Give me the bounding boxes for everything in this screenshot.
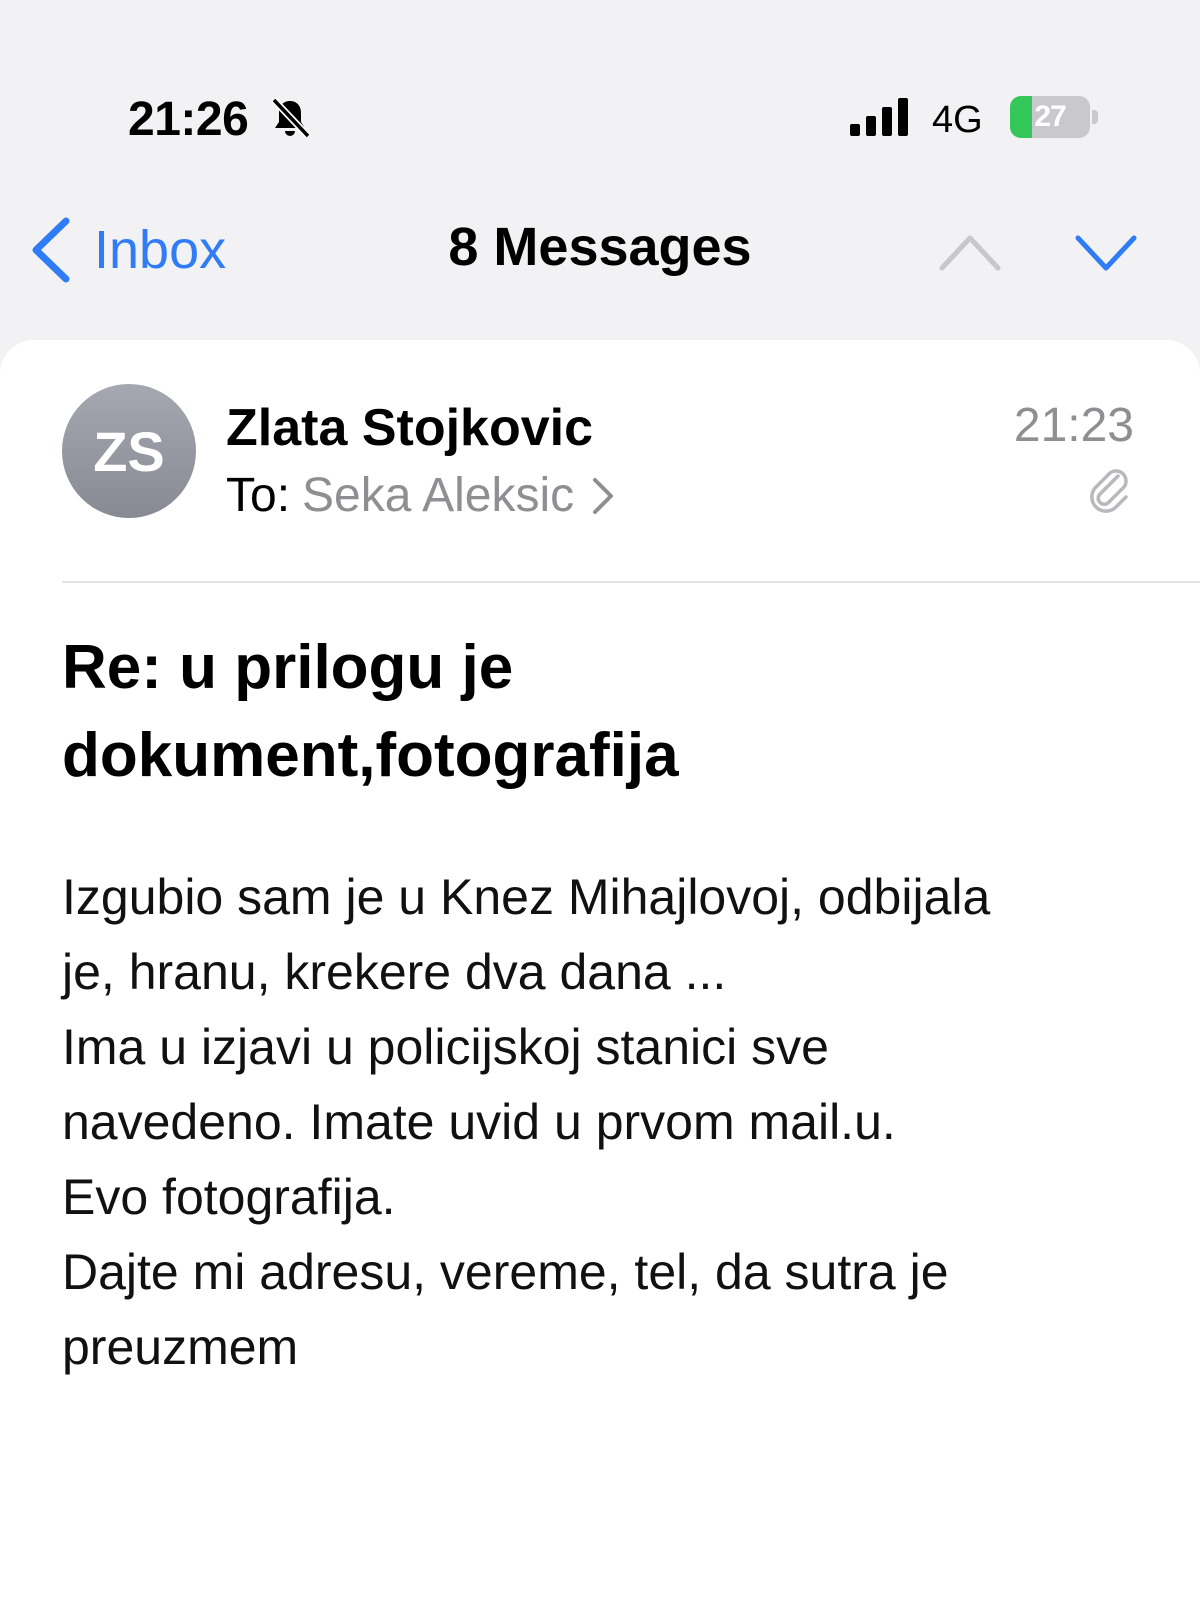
recipient-name: Seka Aleksic	[302, 469, 575, 522]
chevron-right-icon	[593, 477, 614, 514]
body-line: navedeno. Imate uvid u prvom mail.u.	[62, 1094, 896, 1150]
recipient-row[interactable]: To: Seka Aleksic	[226, 468, 616, 523]
status-time: 21:26	[128, 93, 249, 146]
message-subject: Re: u prilogu je dokument,fotografija	[62, 624, 1142, 800]
battery-level: 27	[1034, 100, 1066, 133]
bell-slash-icon	[271, 97, 311, 139]
avatar[interactable]: ZS	[62, 384, 196, 518]
body-line: Evo fotografija.	[62, 1169, 396, 1225]
body-line: Ima u izjavi u policijskoj stanici sve	[62, 1019, 829, 1075]
body-line: Izgubio sam je u Knez Mihajlovoj, odbija…	[62, 869, 991, 925]
subject-line: dokument,fotografija	[62, 721, 679, 790]
navigation-bar: Inbox 8 Messages	[0, 170, 1200, 340]
status-bar: 21:26 4G 27	[0, 0, 1200, 170]
chevron-down-icon[interactable]	[1074, 230, 1138, 274]
body-line: je, hranu, krekere dva dana ...	[62, 944, 727, 1000]
page-title: 8 Messages	[448, 217, 752, 277]
to-label: To:	[226, 469, 291, 522]
message-card: ZS Zlata Stojkovic To: Seka Aleksic 21:2…	[0, 340, 1200, 1600]
network-type: 4G	[932, 99, 983, 141]
message-body: Izgubio sam je u Knez Mihajlovoj, odbija…	[62, 860, 1152, 1385]
divider	[62, 581, 1200, 583]
chevron-up-icon[interactable]	[938, 230, 1002, 274]
body-line: preuzmem	[62, 1319, 299, 1375]
body-line: Dajte mi adresu, vereme, tel, da sutra j…	[62, 1244, 949, 1300]
message-time: 21:23	[1013, 399, 1134, 452]
signal-icon	[850, 98, 908, 136]
battery-charging-icon: 27	[1010, 96, 1098, 138]
paperclip-icon	[1090, 469, 1128, 513]
subject-line: Re: u prilogu je	[62, 633, 514, 702]
sender-name[interactable]: Zlata Stojkovic	[226, 398, 593, 458]
